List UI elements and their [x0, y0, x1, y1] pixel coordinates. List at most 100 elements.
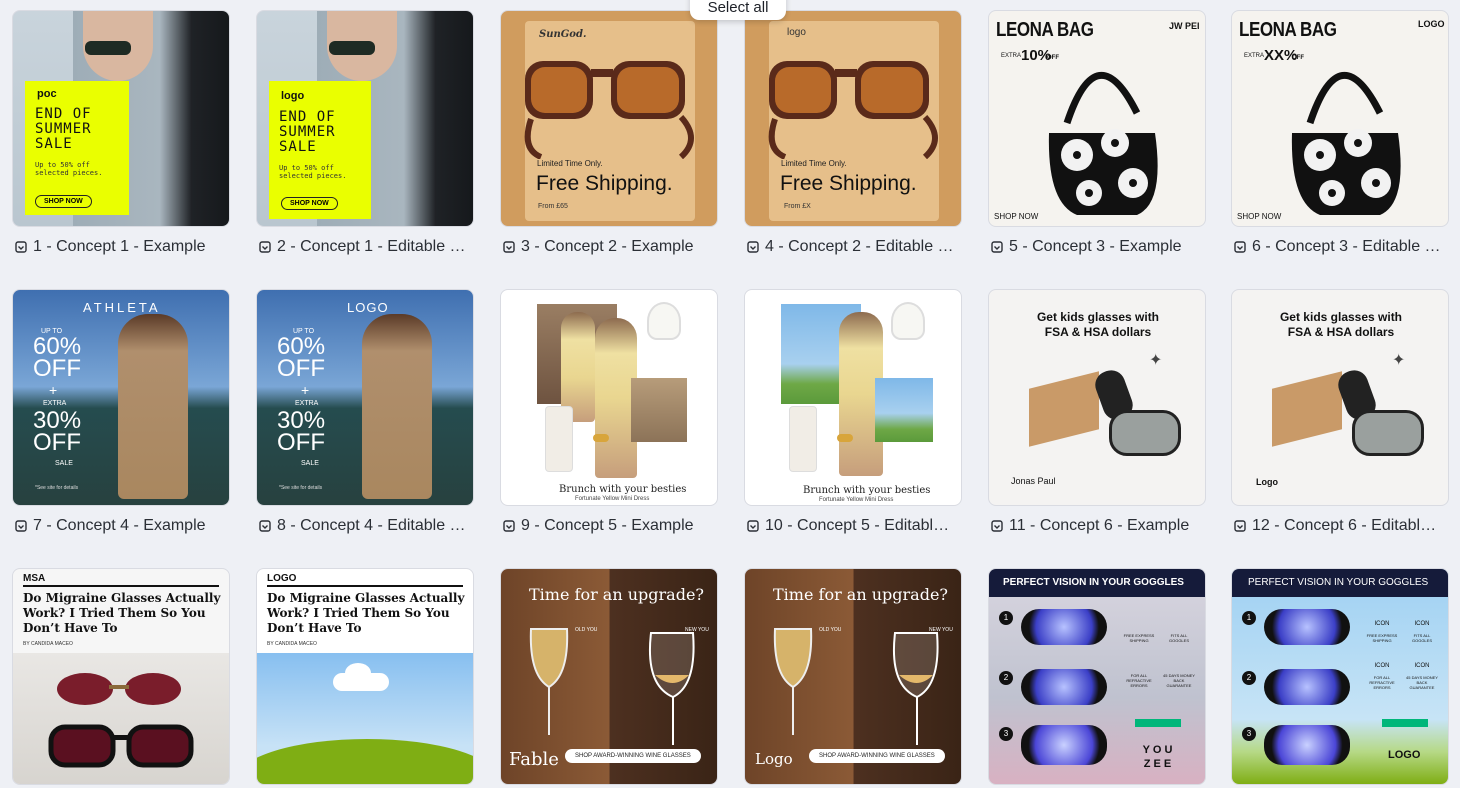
headline: Do Migraine Glasses Actually Work? I Tri…: [267, 591, 465, 635]
headline: PERFECT VISION IN YOUR GOGGLES: [1248, 577, 1429, 588]
page-icon: [503, 520, 515, 532]
sunglasses-shape: [85, 41, 131, 55]
brand-logo: Logo: [1256, 477, 1278, 487]
divider: [267, 585, 463, 587]
shop-button: SHOP AWARD-WINNING WINE GLASSES: [809, 749, 945, 763]
card-title: 8 - Concept 4 - Editable …: [277, 517, 466, 534]
select-all-button[interactable]: Select all: [690, 0, 786, 20]
sunglasses-image: [524, 61, 694, 159]
price-note: From £X: [784, 203, 811, 210]
boots-photo: [789, 406, 817, 472]
plus-text: +: [301, 382, 310, 398]
card-title: 3 - Concept 2 - Example: [521, 238, 694, 255]
trustpilot-stars: [1135, 719, 1181, 727]
goggle-3: [1264, 725, 1350, 765]
thumbnail[interactable]: PERFECT VISION IN YOUR GOGGLES 1 2 3 ICO…: [1231, 568, 1449, 785]
bag-image: [1048, 71, 1158, 215]
thumbnail[interactable]: PERFECT VISION IN YOUR GOGGLES 1 2 3 FRE…: [988, 568, 1206, 785]
product-box: [1029, 371, 1099, 447]
brand-logo: logo: [281, 90, 305, 102]
card-label[interactable]: 5 - Concept 3 - Example: [991, 236, 1209, 258]
page-icon: [503, 241, 515, 253]
thumbnail[interactable]: Time for an upgrade? OLD YOU NEW YOU Log…: [744, 568, 962, 785]
trustpilot-stars: [1382, 719, 1428, 727]
shop-now-button: SHOP NOW: [35, 195, 92, 208]
feature-3: FOR ALL REFRACTIVE ERRORS: [1126, 673, 1152, 688]
discount-1: 60% OFF: [277, 333, 326, 382]
card-label[interactable]: 8 - Concept 4 - Editable …: [259, 515, 477, 537]
thumbnail[interactable]: Brunch with your besties Fortunate Yello…: [744, 289, 962, 506]
thumbnail[interactable]: SunGod. Limited Time Only. Free Shipping…: [500, 10, 718, 227]
card-title: 4 - Concept 2 - Editable …: [765, 238, 954, 255]
page-icon: [991, 520, 1003, 532]
card-label[interactable]: 2 - Concept 1 - Editable 1…: [259, 236, 477, 258]
brand-logo: MSA: [23, 573, 46, 584]
headline: Brunch with your besties: [559, 484, 687, 495]
sparkle-icon: ✦: [1149, 352, 1163, 369]
product-box: [1272, 371, 1342, 447]
card-title: 5 - Concept 3 - Example: [1009, 238, 1182, 255]
icon-placeholder: ICON: [1414, 663, 1430, 669]
number-1: 1: [1242, 611, 1256, 625]
headline: END OF SUMMER SALE: [35, 106, 92, 152]
card-title: 11 - Concept 6 - Example: [1009, 517, 1190, 534]
eyebrow-text: Limited Time Only.: [537, 159, 603, 168]
thumbnail[interactable]: ATHLETA UP TO 60% OFF + EXTRA 30% OFF SA…: [12, 289, 230, 506]
headline: LEONA BAG: [996, 19, 1094, 41]
thumbnail[interactable]: LEONA BAG LOGO EXTRA XX% OFF SHOP NOW: [1231, 10, 1449, 227]
thumbnail[interactable]: Get kids glasses with FSA & HSA dollars …: [1231, 289, 1449, 506]
subline: Fortunate Yellow Mini Dress: [819, 497, 894, 503]
headline: Get kids glasses with FSA & HSA dollars: [1036, 310, 1160, 339]
brand-logo: ATHLETA: [83, 300, 161, 315]
card-label[interactable]: 9 - Concept 5 - Example: [503, 515, 721, 537]
card-label[interactable]: 12 - Concept 6 - Editable…: [1234, 515, 1452, 537]
card-label[interactable]: 10 - Concept 5 - Editable…: [747, 515, 965, 537]
brand-logo: Fable: [509, 749, 559, 770]
card-title: 2 - Concept 1 - Editable 1…: [277, 238, 469, 255]
card-title: 12 - Concept 6 - Editable…: [1252, 517, 1444, 534]
thumbnail[interactable]: LOGO Do Migraine Glasses Actually Work? …: [256, 568, 474, 785]
card-label[interactable]: 7 - Concept 4 - Example: [15, 515, 233, 537]
boots-photo: [545, 406, 573, 472]
card-label[interactable]: 11 - Concept 6 - Example: [991, 515, 1209, 537]
headline: Free Shipping.: [780, 172, 917, 195]
thumbnail[interactable]: MSA Do Migraine Glasses Actually Work? I…: [12, 568, 230, 785]
sunglasses-image: [768, 61, 938, 159]
page-icon: [991, 241, 1003, 253]
bag-photo: [647, 302, 681, 340]
thumbnail[interactable]: poc END OF SUMMER SALE Up to 50% off sel…: [12, 10, 230, 227]
feature-2: FITS ALL GOGGLES: [1411, 633, 1432, 643]
card-label[interactable]: 1 - Concept 1 - Example: [15, 236, 233, 258]
sunglasses-shape: [329, 41, 375, 55]
subline: Up to 50% off selected pieces.: [279, 164, 347, 180]
thumbnail[interactable]: LOGO UP TO 60% OFF + EXTRA 30% OFF SALE …: [256, 289, 474, 506]
page-icon: [747, 520, 759, 532]
headline: Time for an upgrade?: [773, 585, 948, 604]
bag-photo: [891, 302, 925, 340]
card-label[interactable]: 6 - Concept 3 - Editable …: [1234, 236, 1452, 258]
goggle-2: [1021, 669, 1107, 705]
card-title: 1 - Concept 1 - Example: [33, 238, 206, 255]
thumbnail[interactable]: Time for an upgrade? OLD YOU NEW YOU Fab…: [500, 568, 718, 785]
card-label[interactable]: 4 - Concept 2 - Editable …: [747, 236, 965, 258]
wine-glass-photo: [773, 628, 939, 745]
headline: Time for an upgrade?: [529, 585, 704, 604]
thumbnail[interactable]: Get kids glasses with FSA & HSA dollars …: [988, 289, 1206, 506]
thumbnail[interactable]: Brunch with your besties Fortunate Yello…: [500, 289, 718, 506]
shop-now-text: SHOP NOW: [994, 212, 1039, 221]
table-photo: [631, 378, 687, 442]
headline: Brunch with your besties: [803, 485, 931, 496]
thumbnail[interactable]: LEONA BAG JW PEI EXTRA 10% OFF SHOP NOW: [988, 10, 1206, 227]
card-label[interactable]: 3 - Concept 2 - Example: [503, 236, 721, 258]
number-3: 3: [999, 727, 1013, 741]
thumbnail[interactable]: logo END OF SUMMER SALE Up to 50% off se…: [256, 10, 474, 227]
icon-placeholder: ICON: [1414, 621, 1430, 627]
thumbnail[interactable]: logo Limited Time Only. Free Shipping. F…: [744, 10, 962, 227]
open-case: [1109, 410, 1181, 456]
feature-1: FREE EXPRESS SHIPPING: [1366, 633, 1398, 643]
shop-now-text: SHOP NOW: [1237, 212, 1282, 221]
template-grid: poc END OF SUMMER SALE Up to 50% off sel…: [0, 0, 1460, 788]
page-icon: [15, 241, 27, 253]
model-figure: [118, 314, 188, 499]
fine-print: *See site for details: [279, 485, 323, 491]
